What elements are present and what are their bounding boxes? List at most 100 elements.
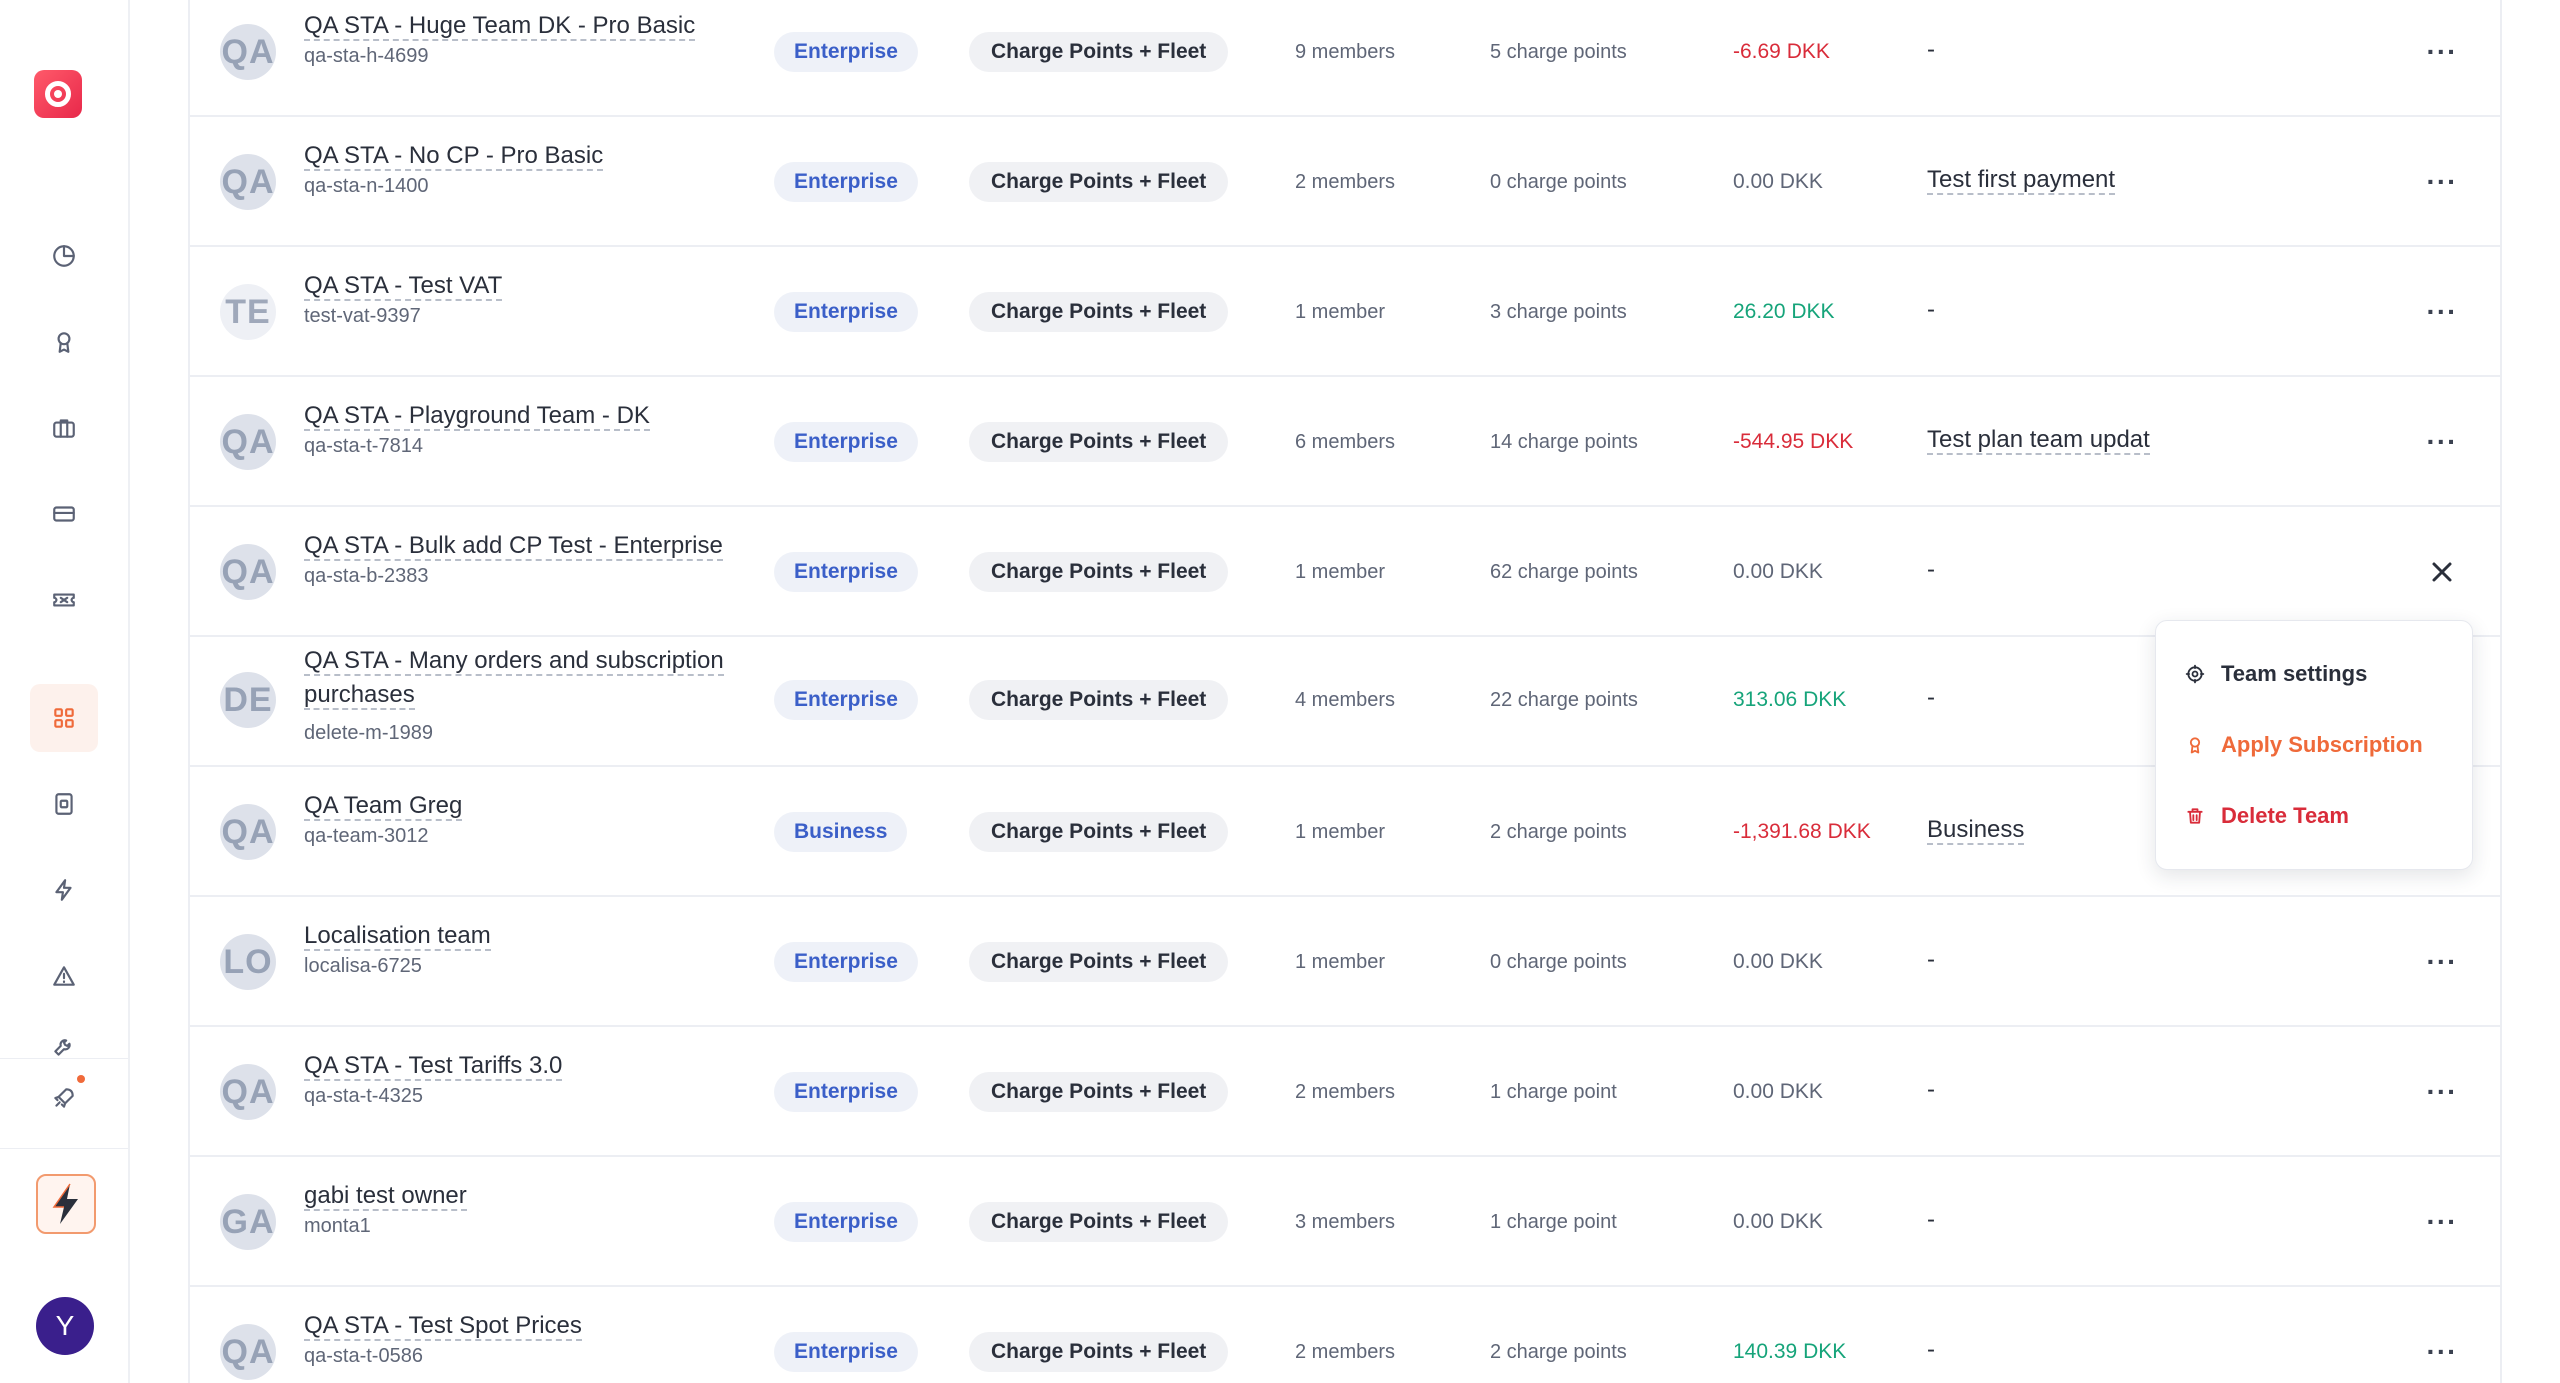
team-name-link[interactable]: gabi test owner bbox=[304, 1179, 467, 1213]
table-row[interactable]: QA QA STA - Playground Team - DK qa-sta-… bbox=[190, 377, 2502, 507]
balance: -544.95 DKK bbox=[1733, 430, 1854, 453]
team-name-link[interactable]: QA STA - Bulk add CP Test - Enterprise bbox=[304, 529, 723, 563]
team-name-link[interactable]: QA STA - Test Spot Prices bbox=[304, 1309, 582, 1343]
table-row[interactable]: QA QA STA - No CP - Pro Basic qa-sta-n-1… bbox=[190, 117, 2502, 247]
table-row[interactable]: QA QA STA - Huge Team DK - Pro Basic qa-… bbox=[190, 0, 2502, 117]
card-icon[interactable] bbox=[30, 480, 98, 548]
briefcase-icon[interactable] bbox=[30, 394, 98, 462]
type-badge: Charge Points + Fleet bbox=[969, 1202, 1229, 1242]
plan-badge: Enterprise bbox=[774, 1202, 918, 1242]
team-id: qa-team-3012 bbox=[304, 825, 429, 847]
plan-badge: Enterprise bbox=[774, 552, 918, 592]
team-name: QA STA - Bulk add CP Test - Enterprise bbox=[304, 532, 723, 561]
plan-badge: Enterprise bbox=[774, 942, 918, 982]
team-id: delete-m-1989 bbox=[304, 722, 433, 744]
delete-team-menu-item[interactable]: Delete Team bbox=[2185, 798, 2349, 834]
charge-points-count: 2 charge points bbox=[1490, 1341, 1627, 1363]
members-count: 1 member bbox=[1295, 561, 1386, 583]
team-note: Test plan team updat bbox=[1927, 426, 2150, 455]
gear-icon bbox=[2185, 664, 2205, 684]
table-row[interactable]: TE QA STA - Test VAT test-vat-9397 Enter… bbox=[190, 247, 2502, 377]
more-actions-icon[interactable]: ··· bbox=[2418, 1202, 2466, 1242]
type-badge: Charge Points + Fleet bbox=[969, 422, 1229, 462]
plan-badge: Enterprise bbox=[774, 292, 918, 332]
members-count: 9 members bbox=[1295, 41, 1396, 63]
team-id: monta1 bbox=[304, 1215, 371, 1237]
more-actions-icon[interactable]: ··· bbox=[2418, 422, 2466, 462]
charge-points-count: 3 charge points bbox=[1490, 301, 1627, 323]
team-avatar: QA bbox=[220, 804, 276, 860]
table-row[interactable]: QA QA STA - Test Tariffs 3.0 qa-sta-t-43… bbox=[190, 1027, 2502, 1157]
plan-badge: Business bbox=[774, 812, 908, 852]
team-id: test-vat-9397 bbox=[304, 305, 421, 327]
balance: 0.00 DKK bbox=[1733, 170, 1823, 193]
type-badge: Charge Points + Fleet bbox=[969, 292, 1229, 332]
team-id: qa-sta-t-0586 bbox=[304, 1345, 423, 1367]
more-actions-icon[interactable]: ··· bbox=[2418, 162, 2466, 202]
charge-points-count: 0 charge points bbox=[1490, 171, 1627, 193]
team-note: - bbox=[1927, 36, 1935, 64]
type-badge: Charge Points + Fleet bbox=[969, 162, 1229, 202]
team-id: qa-sta-h-4699 bbox=[304, 45, 429, 67]
app-logo[interactable] bbox=[34, 70, 82, 118]
team-note-text: - bbox=[1927, 296, 1935, 323]
workspace-switcher[interactable] bbox=[36, 1174, 96, 1234]
charge-points-count: 5 charge points bbox=[1490, 41, 1627, 63]
more-actions-icon[interactable]: ··· bbox=[2418, 942, 2466, 982]
notification-dot bbox=[77, 1075, 85, 1083]
balance: 0.00 DKK bbox=[1733, 1210, 1823, 1233]
team-name: QA Team Greg bbox=[304, 792, 463, 821]
team-avatar: TE bbox=[220, 284, 276, 340]
team-avatar: QA bbox=[220, 414, 276, 470]
subscriptions-icon[interactable] bbox=[30, 308, 98, 376]
plan-badge: Enterprise bbox=[774, 1072, 918, 1112]
table-row[interactable]: GA gabi test owner monta1 Enterprise Cha… bbox=[190, 1157, 2502, 1287]
lightning-logo-icon bbox=[52, 1183, 78, 1224]
team-name-link[interactable]: QA STA - No CP - Pro Basic bbox=[304, 139, 604, 173]
team-name-link[interactable]: QA STA - Test VAT bbox=[304, 269, 503, 303]
team-name: QA STA - Test Tariffs 3.0 bbox=[304, 1052, 563, 1081]
team-name: gabi test owner bbox=[304, 1182, 467, 1211]
team-name-link[interactable]: QA STA - Test Tariffs 3.0 bbox=[304, 1049, 563, 1083]
more-actions-icon[interactable]: ··· bbox=[2418, 1332, 2466, 1372]
team-name-link[interactable]: Localisation team bbox=[304, 919, 491, 953]
charge-points-count: 1 charge point bbox=[1490, 1211, 1617, 1233]
plan-badge: Enterprise bbox=[774, 162, 918, 202]
members-count: 3 members bbox=[1295, 1211, 1396, 1233]
user-avatar[interactable]: Y bbox=[36, 1297, 94, 1355]
more-actions-icon[interactable]: ··· bbox=[2418, 292, 2466, 332]
close-icon[interactable] bbox=[2422, 552, 2462, 592]
team-settings-label: Team settings bbox=[2221, 661, 2368, 686]
tools-icon[interactable] bbox=[30, 1028, 98, 1058]
apply-subscription-menu-item[interactable]: Apply Subscription bbox=[2185, 727, 2423, 763]
device-icon[interactable] bbox=[30, 770, 98, 838]
team-id: qa-sta-t-4325 bbox=[304, 1085, 423, 1107]
warning-icon[interactable] bbox=[30, 942, 98, 1010]
team-name-link[interactable]: QA STA - Huge Team DK - Pro Basic bbox=[304, 9, 696, 43]
table-row[interactable]: QA QA STA - Bulk add CP Test - Enterpris… bbox=[190, 507, 2502, 637]
plan-badge: Enterprise bbox=[774, 680, 918, 720]
teams-grid-icon[interactable] bbox=[30, 684, 98, 752]
team-settings-menu-item[interactable]: Team settings bbox=[2185, 656, 2367, 692]
charge-points-count: 0 charge points bbox=[1490, 951, 1627, 973]
team-name-link[interactable]: QA STA - Playground Team - DK bbox=[304, 399, 650, 433]
ticket-icon[interactable] bbox=[30, 566, 98, 634]
members-count: 2 members bbox=[1295, 171, 1396, 193]
team-avatar: QA bbox=[220, 1064, 276, 1120]
members-count: 1 member bbox=[1295, 821, 1386, 843]
team-avatar: QA bbox=[220, 544, 276, 600]
dashboard-icon[interactable] bbox=[30, 222, 98, 290]
team-name-link[interactable]: QA Team Greg bbox=[304, 789, 463, 823]
more-actions-icon[interactable]: ··· bbox=[2418, 1072, 2466, 1112]
charge-points-count: 62 charge points bbox=[1490, 561, 1638, 583]
rocket-icon[interactable] bbox=[30, 1064, 98, 1132]
team-note: - bbox=[1927, 1206, 1935, 1234]
table-row[interactable]: QA QA STA - Test Spot Prices qa-sta-t-05… bbox=[190, 1287, 2502, 1383]
team-note-text: Test plan team updat bbox=[1927, 426, 2150, 455]
lightning-icon[interactable] bbox=[30, 856, 98, 924]
more-actions-icon[interactable]: ··· bbox=[2418, 32, 2466, 72]
team-note: - bbox=[1927, 556, 1935, 584]
team-name-link[interactable]: QA STA - Many orders and subscription pu… bbox=[304, 644, 764, 712]
table-row[interactable]: LO Localisation team localisa-6725 Enter… bbox=[190, 897, 2502, 1027]
type-badge: Charge Points + Fleet bbox=[969, 1072, 1229, 1112]
